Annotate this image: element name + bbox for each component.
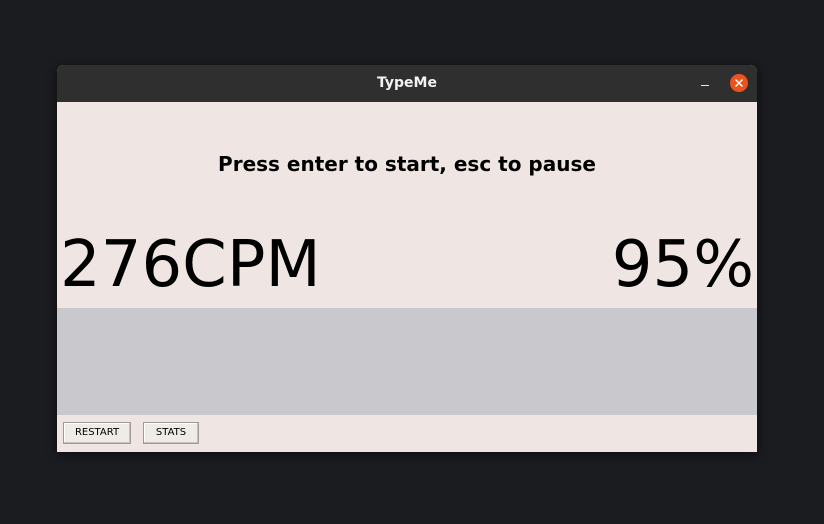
app-window: TypeMe Press enter to start, esc to paus… [57, 65, 757, 452]
speed-readout: 276CPM [60, 228, 321, 302]
bottom-toolbar: RESTART STATS [57, 415, 757, 452]
instruction-text: Press enter to start, esc to pause [218, 152, 596, 176]
stats-button[interactable]: STATS [143, 422, 199, 444]
accuracy-readout: 95% [611, 228, 754, 302]
main-content: Press enter to start, esc to pause 276CP… [57, 102, 757, 452]
window-title: TypeMe [377, 75, 437, 91]
close-icon[interactable] [730, 74, 748, 92]
typing-area[interactable] [57, 308, 757, 415]
minimize-icon[interactable] [695, 74, 715, 94]
title-bar[interactable]: TypeMe [57, 65, 757, 102]
restart-button[interactable]: RESTART [63, 422, 131, 444]
